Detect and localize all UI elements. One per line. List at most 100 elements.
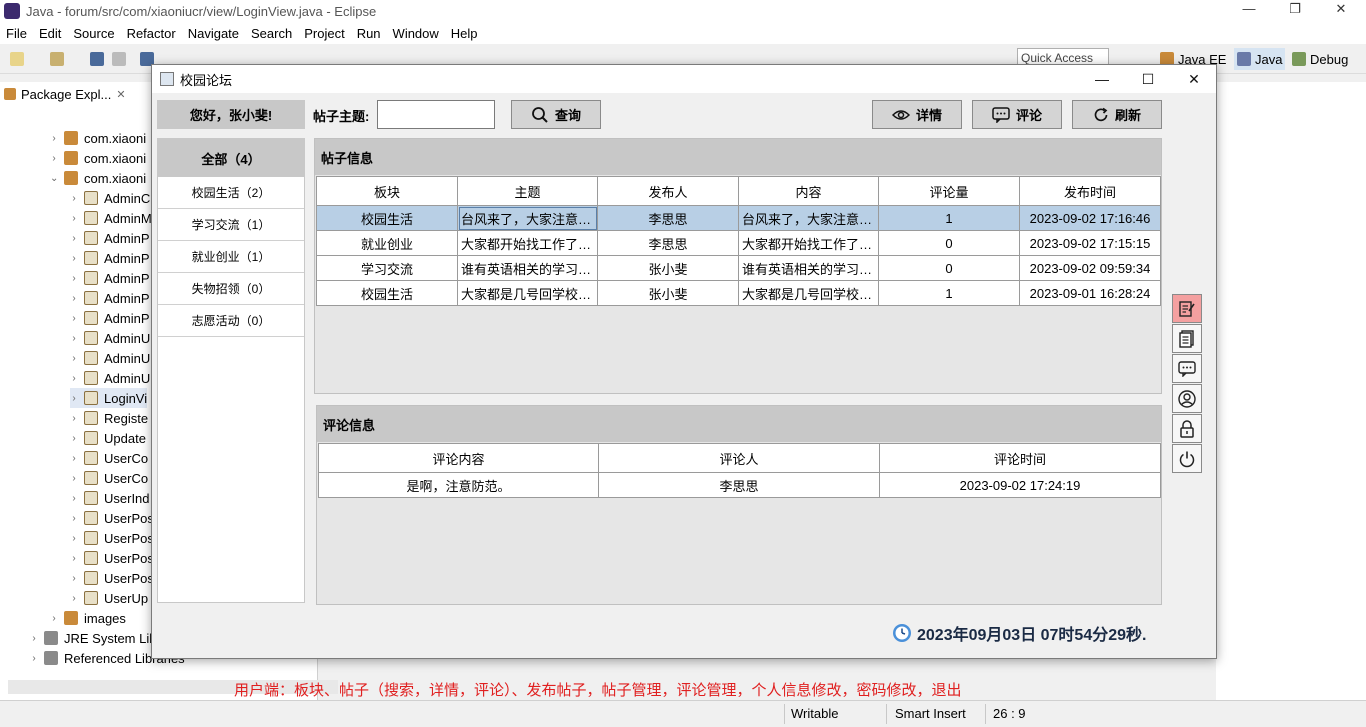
tree-item[interactable]: › AdminP — [70, 288, 149, 308]
category-volunteer[interactable]: 志愿活动（0） — [158, 305, 304, 337]
new-file-icon[interactable] — [10, 52, 24, 66]
tree-item[interactable]: › UserCo — [70, 448, 148, 468]
chevron-right-icon[interactable]: › — [70, 233, 78, 244]
post-topic-search-input[interactable] — [377, 100, 495, 129]
logout-button[interactable] — [1172, 444, 1202, 473]
tree-item[interactable]: › UserInd — [70, 488, 149, 508]
forum-maximize-button[interactable]: ☐ — [1125, 65, 1171, 93]
edit-post-button[interactable] — [1172, 294, 1202, 323]
package-explorer-tab[interactable]: Package Expl... ✕ — [4, 82, 126, 106]
menu-project[interactable]: Project — [298, 26, 350, 41]
table-row[interactable]: 校园生活 大家都是几号回学校呢? 张小斐 大家都是几号回学校呢? 1 2023-09-01… — [316, 280, 1161, 306]
menu-run[interactable]: Run — [351, 26, 387, 41]
chevron-right-icon[interactable]: › — [30, 653, 38, 664]
tree-item[interactable]: › AdminU — [70, 348, 150, 368]
table-row[interactable]: 校园生活 台风来了，大家注意安... 李思思 台风来了，大家注意安... 1 2023-0… — [316, 205, 1161, 231]
chevron-right-icon[interactable]: › — [70, 333, 78, 344]
menu-help[interactable]: Help — [445, 26, 484, 41]
tree-item[interactable]: › UserPos — [70, 548, 154, 568]
menu-edit[interactable]: Edit — [33, 26, 67, 41]
save-icon[interactable] — [90, 52, 104, 66]
menu-file[interactable]: File — [0, 26, 33, 41]
chevron-right-icon[interactable]: › — [70, 513, 78, 524]
menu-source[interactable]: Source — [67, 26, 120, 41]
column-header[interactable]: 发布人 — [597, 176, 739, 206]
tree-item[interactable]: › AdminP — [70, 248, 149, 268]
chevron-right-icon[interactable]: › — [70, 473, 78, 484]
column-header[interactable]: 评论内容 — [318, 443, 599, 473]
forum-close-button[interactable]: ✕ — [1171, 65, 1217, 93]
tree-item[interactable]: › AdminM — [70, 208, 151, 228]
chevron-right-icon[interactable]: › — [50, 153, 58, 164]
tree-item[interactable]: › AdminU — [70, 328, 150, 348]
chevron-right-icon[interactable]: › — [70, 413, 78, 424]
tree-item[interactable]: › UserPos — [70, 528, 154, 548]
chevron-right-icon[interactable]: › — [70, 373, 78, 384]
chevron-right-icon[interactable]: › — [70, 353, 78, 364]
my-posts-button[interactable] — [1172, 324, 1202, 353]
column-header[interactable]: 发布时间 — [1019, 176, 1161, 206]
tree-item[interactable]: › UserCo — [70, 468, 148, 488]
table-row[interactable]: 是啊，注意防范。 李思思 2023-09-02 17:24:19 — [318, 472, 1161, 498]
tree-item[interactable]: › com.xiaoni — [50, 148, 146, 168]
chevron-right-icon[interactable]: › — [70, 593, 78, 604]
column-header[interactable]: 板块 — [316, 176, 458, 206]
perspective-java[interactable]: Java — [1234, 48, 1286, 70]
tree-item[interactable]: › UserPos — [70, 568, 154, 588]
chevron-down-icon[interactable]: ⌄ — [50, 173, 58, 184]
forum-minimize-button[interactable]: — — [1079, 65, 1125, 93]
chevron-right-icon[interactable]: › — [70, 433, 78, 444]
category-all[interactable]: 全部（4） — [158, 139, 304, 177]
chevron-right-icon[interactable]: › — [50, 133, 58, 144]
category-career[interactable]: 就业创业（1） — [158, 241, 304, 273]
comment-button[interactable]: 评论 — [972, 100, 1062, 129]
chevron-right-icon[interactable]: › — [30, 633, 38, 644]
column-header[interactable]: 内容 — [738, 176, 879, 206]
category-campus-life[interactable]: 校园生活（2） — [158, 177, 304, 209]
tree-item[interactable]: › images — [50, 608, 126, 628]
chevron-right-icon[interactable]: › — [70, 453, 78, 464]
tree-item[interactable]: › com.xiaoni — [50, 128, 146, 148]
tree-item[interactable]: › AdminP — [70, 268, 149, 288]
profile-button[interactable] — [1172, 384, 1202, 413]
chevron-right-icon[interactable]: › — [50, 613, 58, 624]
chevron-right-icon[interactable]: › — [70, 213, 78, 224]
eclipse-restore-button[interactable]: ❐ — [1272, 1, 1318, 21]
menu-navigate[interactable]: Navigate — [182, 26, 245, 41]
close-icon[interactable]: ✕ — [116, 88, 125, 101]
chevron-right-icon[interactable]: › — [70, 533, 78, 544]
table-row[interactable]: 学习交流 谁有英语相关的学习资... 张小斐 谁有英语相关的学习资... 0 2023-0… — [316, 255, 1161, 281]
tree-item[interactable]: › UserUp — [70, 588, 148, 608]
tree-item[interactable]: › AdminP — [70, 228, 149, 248]
chevron-right-icon[interactable]: › — [70, 273, 78, 284]
eclipse-close-button[interactable]: ✕ — [1318, 1, 1364, 21]
tree-item[interactable]: › AdminP — [70, 308, 149, 328]
tree-item[interactable]: › Registe — [70, 408, 148, 428]
change-password-button[interactable] — [1172, 414, 1202, 443]
column-header[interactable]: 评论人 — [598, 443, 880, 473]
chevron-right-icon[interactable]: › — [70, 573, 78, 584]
refresh-button[interactable]: 刷新 — [1072, 100, 1162, 129]
tree-item[interactable]: ⌄ com.xiaoni — [50, 168, 146, 188]
category-lost-found[interactable]: 失物招领（0） — [158, 273, 304, 305]
chevron-right-icon[interactable]: › — [70, 493, 78, 504]
new-project-icon[interactable] — [50, 52, 64, 66]
tree-item[interactable]: › AdminU — [70, 368, 150, 388]
comment-manage-button[interactable] — [1172, 354, 1202, 383]
eclipse-minimize-button[interactable]: — — [1226, 1, 1272, 21]
save-all-icon[interactable] — [112, 52, 126, 66]
column-header[interactable]: 评论量 — [878, 176, 1020, 206]
menu-refactor[interactable]: Refactor — [121, 26, 182, 41]
column-header[interactable]: 主题 — [457, 176, 598, 206]
query-button[interactable]: 查询 — [511, 100, 601, 129]
chevron-right-icon[interactable]: › — [70, 193, 78, 204]
chevron-right-icon[interactable]: › — [70, 393, 78, 404]
tree-item[interactable]: › UserPos — [70, 508, 154, 528]
chevron-right-icon[interactable]: › — [70, 293, 78, 304]
perspective-debug[interactable]: Debug — [1292, 48, 1348, 70]
table-row[interactable]: 就业创业 大家都开始找工作了吗? 李思思 大家都开始找工作了吗? 0 2023-09-02… — [316, 230, 1161, 256]
tree-item[interactable]: › JRE System Lib — [30, 628, 156, 648]
tree-item[interactable]: › Update — [70, 428, 146, 448]
column-header[interactable]: 评论时间 — [879, 443, 1161, 473]
chevron-right-icon[interactable]: › — [70, 253, 78, 264]
